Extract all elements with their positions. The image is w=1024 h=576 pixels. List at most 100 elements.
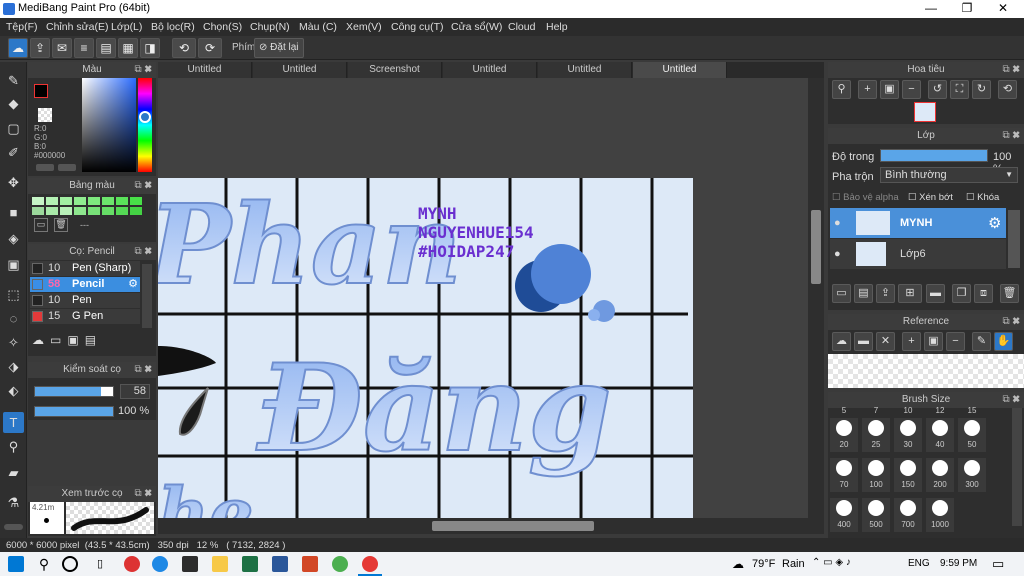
operation-tool-icon[interactable]: ⚲ [3,436,24,457]
brush-size-top-label[interactable]: 5 [830,406,858,415]
panel-controls-icon[interactable]: ⧉ ✖ [134,486,152,502]
tab-untitled-4[interactable]: Untitled [538,62,632,78]
menu-capture[interactable]: Chụp(N) [250,21,290,33]
visibility-icon[interactable]: ● [834,248,841,260]
palette-swatch[interactable] [46,207,58,215]
brush-row[interactable]: 10 Pen [30,293,140,308]
reference-close-icon[interactable]: ✕ [876,332,895,351]
panel-controls-icon[interactable]: ⧉ ✖ [134,178,152,194]
menu-select[interactable]: Chọn(S) [203,21,242,33]
layer-add-menu-icon[interactable]: ⊞ [898,284,922,303]
system-tray-icons[interactable]: ⌃ ▭ ◈ ♪ [812,557,851,568]
tab-untitled-2[interactable]: Untitled [253,62,347,78]
fill-rect-tool-icon[interactable]: ■ [3,202,24,223]
palette-swatch[interactable] [32,207,44,215]
canvas-drawing[interactable]: Phan Đăng he MYNH NGUYENHUE154 #HOIDAP24… [158,78,808,518]
panel-controls-icon[interactable]: ⧉ ✖ [134,62,152,78]
text-tool-icon[interactable]: T [3,412,24,433]
tab-untitled-1[interactable]: Untitled [158,62,252,78]
palette-swatch[interactable] [102,197,114,205]
zoom-in-icon[interactable]: + [858,80,877,99]
layer-folder-icon[interactable]: ▬ [926,284,945,303]
notification-icon[interactable]: ▭ [992,556,1004,572]
menu-tools[interactable]: Công cụ(T) [391,21,444,33]
panel-controls-icon[interactable]: ⧉ ✖ [134,244,152,260]
app-icon-1[interactable] [124,556,140,572]
palette-swatch[interactable] [88,197,100,205]
menu-color[interactable]: Màu (C) [299,21,337,33]
rotate-left-icon[interactable]: ↺ [928,80,947,99]
color-mode-button[interactable] [36,164,54,171]
search-icon[interactable]: ⚲ [36,556,52,572]
brush-list-scrollbar[interactable] [142,264,152,328]
brush-size-preset[interactable]: 700 [894,498,922,532]
brush-size-scrollbar[interactable] [1012,408,1022,526]
gear-icon[interactable]: ⚙ [128,277,138,290]
gradient-tool-icon[interactable]: ▣ [3,254,24,275]
lasso-tool-icon[interactable]: ◌ [3,308,24,329]
medibang-taskbar-icon[interactable] [362,556,378,572]
tab-untitled-3[interactable]: Untitled [443,62,537,78]
weather-temp[interactable]: 79°F [752,558,775,570]
brush-size-top-label[interactable]: 10 [894,406,922,415]
navigator-thumbnail[interactable] [914,102,936,122]
merge-layer-icon[interactable]: ⧈ [974,284,993,303]
brush-size-preset[interactable]: 40 [926,418,954,452]
brush-size-preset[interactable]: 25 [862,418,890,452]
select-pen-tool-icon[interactable]: ⬗ [3,356,24,377]
canvas-area[interactable]: Phan Đăng he MYNH NGUYENHUE154 #HOIDAP24… [158,78,808,518]
reset-view-icon[interactable]: ⟲ [998,80,1017,99]
transparent-swatch[interactable] [38,108,52,122]
reference-fit-icon[interactable]: ▣ [924,332,943,351]
menu-edit[interactable]: Chỉnh sửa(E) [46,21,108,33]
reference-hand-icon[interactable]: ✋ [994,332,1013,351]
brush-size-top-label[interactable]: 12 [926,406,954,415]
brush-size-preset[interactable]: 300 [958,458,986,492]
language-indicator[interactable]: ENG [908,558,930,569]
palette-swatch[interactable] [60,207,72,215]
tool-scroll-handle[interactable] [4,524,23,530]
brush-size-preset[interactable]: 30 [894,418,922,452]
layout-icon[interactable]: ▤ [96,38,116,58]
snap-icon[interactable]: ◨ [140,38,160,58]
layer-row-selected[interactable]: ● MYNH ⚙ [830,208,1006,238]
new-halftone-layer-icon[interactable]: ▤ [854,284,873,303]
palette-swatch[interactable] [130,207,142,215]
blend-mode-select[interactable]: Bình thường ▼ [880,167,1018,183]
palette-swatch[interactable] [88,207,100,215]
brush-size-preset[interactable]: 70 [830,458,858,492]
palette-swatch[interactable] [116,197,128,205]
rotate-right-icon[interactable]: ↻ [972,80,991,99]
foreground-color-swatch[interactable] [34,84,48,98]
clock[interactable]: 9:59 PM [940,558,977,569]
brush-row[interactable]: 15 G Pen [30,309,140,324]
brush-size-value[interactable]: 58 [120,384,150,399]
brush-size-preset[interactable]: 200 [926,458,954,492]
panel-controls-icon[interactable]: ⧉ ✖ [1002,128,1020,144]
panel-controls-icon[interactable]: ⧉ ✖ [1002,314,1020,330]
store-icon[interactable] [182,556,198,572]
menu-file[interactable]: Tệp(F) [6,21,38,33]
brush-tool-icon[interactable]: ✎ [3,70,24,91]
brush-cloud-icon[interactable]: ☁ [32,333,50,347]
palette-swatch[interactable] [74,207,86,215]
menu-view[interactable]: Xem(V) [346,21,382,33]
palette-swatch[interactable] [32,197,44,205]
layer-scrollbar[interactable] [1008,210,1020,268]
pen-tool-icon[interactable]: ✐ [3,142,24,163]
horizontal-scrollbar[interactable] [158,518,824,534]
hue-slider[interactable] [138,78,152,172]
brush-size-preset[interactable]: 150 [894,458,922,492]
brush-size-preset[interactable]: 500 [862,498,890,532]
palette-swatch[interactable] [130,197,142,205]
brush-settings-icon[interactable]: ▤ [85,333,102,347]
zoom-search-icon[interactable]: ⚲ [832,80,851,99]
brush-size-slider[interactable] [34,386,114,397]
bucket-tool-icon[interactable]: ◈ [3,228,24,249]
reference-zoom-in-icon[interactable]: + [902,332,921,351]
windows-start-icon[interactable] [8,556,24,572]
brush-size-preset[interactable]: 400 [830,498,858,532]
horizontal-scroll-thumb[interactable] [432,521,594,531]
fit-icon[interactable]: ▣ [880,80,899,99]
clipping-option[interactable]: ☐ Xén bớt [908,192,953,203]
